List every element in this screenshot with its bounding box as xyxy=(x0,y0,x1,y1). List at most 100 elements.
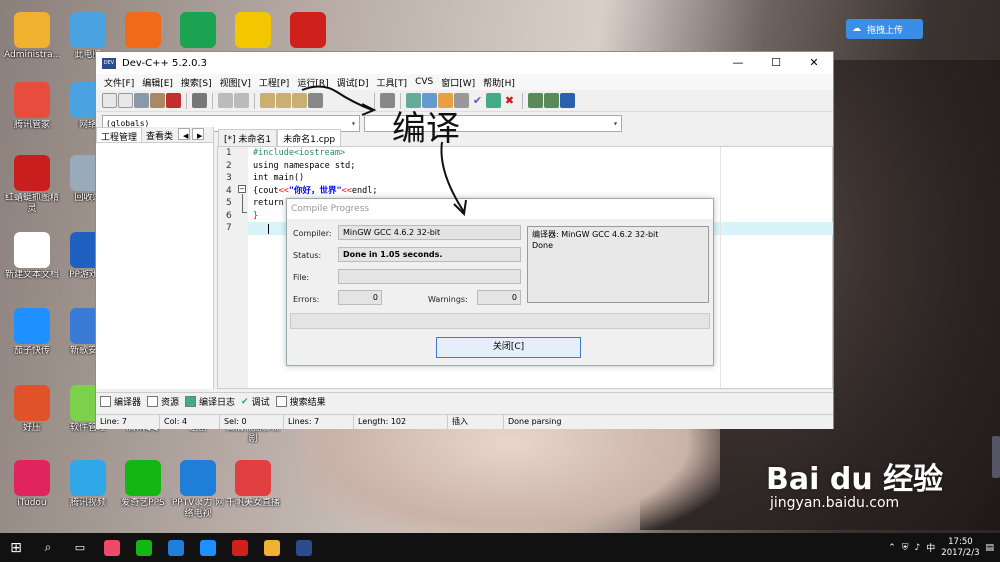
desktop-icon-label: PPTV聚力 网络电视 xyxy=(171,498,225,519)
desktop-icon[interactable]: 好压 xyxy=(4,385,60,445)
taskbar-app[interactable] xyxy=(256,533,288,562)
clock[interactable]: 17:50 2017/2/3 xyxy=(941,537,979,559)
search-button[interactable]: ⌕ xyxy=(32,533,64,562)
start-button[interactable]: ⊞ xyxy=(0,533,32,562)
open-icon[interactable] xyxy=(118,93,133,108)
desktop-icon-label: 千帆美女直播 xyxy=(225,498,280,508)
tab-next-icon[interactable]: ▶ xyxy=(192,128,205,140)
bottom-tabs: 编译器 资源 编译日志 ✔ 调试 搜索结果 xyxy=(96,392,833,410)
desktop-icon[interactable]: Administra... xyxy=(4,12,60,72)
tab-class-browser[interactable]: 查看类 xyxy=(142,127,177,142)
menu-file[interactable]: 文件[F] xyxy=(100,76,138,89)
redo-icon[interactable] xyxy=(234,93,249,108)
tab-compiler[interactable]: 编译器 xyxy=(100,395,141,408)
tab-prev-icon[interactable]: ◀ xyxy=(178,128,191,140)
desktop-icon-label: 新建文本文档 xyxy=(4,270,59,280)
minimize-button[interactable]: — xyxy=(719,52,757,74)
taskbar: ⊞ ⌕ ▭ ⌃ ⛨ ♪ 中 17:50 2017/2/3 ▤ xyxy=(0,533,1000,562)
export-icon[interactable] xyxy=(544,93,559,108)
system-tray: ⌃ ⛨ ♪ 中 17:50 2017/2/3 ▤ xyxy=(888,537,1000,559)
app-icon xyxy=(232,539,248,556)
app-icon xyxy=(14,385,50,421)
app-icon xyxy=(290,12,326,48)
notification-icon[interactable]: ▤ xyxy=(985,543,994,553)
app-icon xyxy=(125,460,161,496)
desktop-icon-label: 腾讯管家 xyxy=(13,120,50,130)
chart-icon xyxy=(185,396,197,407)
text-caret xyxy=(268,224,269,234)
taskbar-app[interactable] xyxy=(224,533,256,562)
desktop-icon[interactable]: 千帆美女直播 xyxy=(225,460,281,520)
app-icon xyxy=(180,12,216,48)
desktop-icon[interactable]: 腾讯视频 xyxy=(60,460,116,520)
print-icon[interactable] xyxy=(192,93,207,108)
taskbar-app[interactable] xyxy=(96,533,128,562)
close-button[interactable]: 关闭[C] xyxy=(436,337,581,358)
menu-view[interactable]: 视图[V] xyxy=(216,76,255,89)
menu-edit[interactable]: 编辑[E] xyxy=(138,76,177,89)
app-icon xyxy=(104,539,120,556)
fold-line xyxy=(242,194,243,212)
taskbar-app[interactable] xyxy=(288,533,320,562)
volume-icon[interactable]: ♪ xyxy=(915,543,921,553)
taskbar-app[interactable] xyxy=(192,533,224,562)
line-number: 3 xyxy=(226,173,232,183)
chevron-up-icon[interactable]: ⌃ xyxy=(888,543,896,553)
desktop-icon-label: 茄子快传 xyxy=(13,346,50,356)
tab-search-results[interactable]: 搜索结果 xyxy=(275,395,326,408)
cloud-icon: ☁ xyxy=(852,24,861,34)
app-icon xyxy=(14,155,50,191)
line-number: 7 xyxy=(226,223,232,233)
menu-project[interactable]: 工程[P] xyxy=(255,76,293,89)
new-file-icon[interactable] xyxy=(102,93,117,108)
taskbar-app[interactable] xyxy=(160,533,192,562)
ime-indicator[interactable]: 中 xyxy=(926,541,935,554)
close-window-button[interactable]: ✕ xyxy=(795,52,833,74)
tab-compile-log[interactable]: 编译日志 xyxy=(185,395,235,408)
status-value: Done in 1.05 seconds. xyxy=(338,247,521,262)
search-icon: ⌕ xyxy=(44,540,52,554)
app-icon xyxy=(14,460,50,496)
line-number: 5 xyxy=(226,198,232,208)
import-icon[interactable] xyxy=(528,93,543,108)
desktop-icon[interactable]: 腾讯管家 xyxy=(4,82,60,142)
desktop-icon-label: 好压 xyxy=(22,423,41,433)
line-number: 1 xyxy=(226,148,232,158)
desktop-icon[interactable]: 茄子快传 xyxy=(4,308,60,368)
tab-untitled-modified[interactable]: [*] 未命名1 xyxy=(218,129,278,146)
desktop-icon[interactable]: iTudou xyxy=(4,460,60,520)
close-file-icon[interactable] xyxy=(166,93,181,108)
app-icon xyxy=(264,539,280,556)
app-icon xyxy=(14,82,50,118)
app-icon xyxy=(296,539,312,556)
annotation-text: 编译 xyxy=(392,109,460,149)
side-handle[interactable] xyxy=(992,436,1000,478)
book-icon[interactable] xyxy=(560,93,575,108)
save-icon[interactable] xyxy=(134,93,149,108)
check-icon: ✔ xyxy=(241,396,249,407)
tab-project-manager[interactable]: 工程管理 xyxy=(96,127,143,143)
replace-icon[interactable] xyxy=(276,93,291,108)
fold-toggle-icon[interactable]: − xyxy=(238,185,246,193)
taskbar-app[interactable] xyxy=(128,533,160,562)
find-icon[interactable] xyxy=(260,93,275,108)
shield-icon[interactable]: ⛨ xyxy=(902,543,909,553)
project-pane: 工程管理 查看类 ◀ ▶ xyxy=(96,127,214,389)
menu-search[interactable]: 搜索[S] xyxy=(177,76,216,89)
resources-icon xyxy=(147,396,159,407)
tab-resources[interactable]: 资源 xyxy=(147,395,179,408)
line-number: 2 xyxy=(226,160,232,171)
log-line: 编译器: MinGW GCC 4.6.2 32-bit xyxy=(532,230,659,239)
upload-button[interactable]: ☁ 拖拽上传 xyxy=(846,19,923,39)
desktop-icon[interactable]: 爱奇艺PPS xyxy=(115,460,171,520)
undo-icon[interactable] xyxy=(218,93,233,108)
task-view-button[interactable]: ▭ xyxy=(64,533,96,562)
desktop-icon[interactable]: 新建文本文档 xyxy=(4,232,60,292)
right-margin xyxy=(720,147,721,388)
file-value xyxy=(338,269,521,284)
maximize-button[interactable]: ☐ xyxy=(757,52,795,74)
tab-debug[interactable]: ✔ 调试 xyxy=(241,395,270,409)
desktop-icon[interactable]: 红蜻蜓抓图精灵 xyxy=(4,155,60,215)
desktop-icon[interactable]: PPTV聚力 网络电视 xyxy=(170,460,226,520)
save-all-icon[interactable] xyxy=(150,93,165,108)
